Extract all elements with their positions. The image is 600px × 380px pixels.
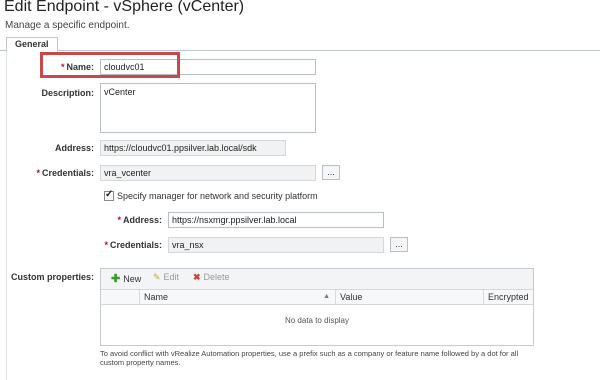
- nsx-address-input[interactable]: https://nsxmgr.ppsilver.lab.local: [168, 212, 384, 228]
- page-subtitle: Manage a specific endpoint.: [5, 20, 130, 31]
- grid-empty-message: No data to display: [284, 316, 350, 325]
- address-label: Address:: [54, 143, 94, 153]
- tab-general[interactable]: General: [6, 37, 58, 52]
- delete-button[interactable]: ✖ Delete: [193, 272, 230, 283]
- sort-asc-icon: ▲: [323, 293, 330, 300]
- credentials-browse-button[interactable]: ...: [322, 165, 340, 180]
- custom-properties-label: Custom properties:: [10, 272, 94, 282]
- nsx-manager-checkbox[interactable]: [104, 189, 114, 201]
- grid-header: Name ▲ Value Encrypted: [101, 290, 533, 305]
- custom-properties-grid: ✚ New ✎ Edit ✖ Delete Name ▲ Value Encrypte…: [100, 268, 534, 346]
- required-mark: *: [104, 240, 108, 250]
- column-name[interactable]: Name ▲: [139, 290, 335, 304]
- edit-button[interactable]: ✎ Edit: [153, 272, 179, 283]
- page-title: Edit Endpoint - vSphere (vCenter): [4, 0, 245, 15]
- nsx-address-label: * Address:: [117, 215, 162, 225]
- required-mark: *: [117, 215, 121, 225]
- credentials-label: * Credentials:: [36, 168, 94, 178]
- select-column-header: [101, 290, 139, 304]
- column-value[interactable]: Value: [335, 290, 483, 304]
- delete-icon: ✖: [193, 272, 201, 282]
- description-input[interactable]: [100, 83, 316, 133]
- nsx-credentials-browse-button[interactable]: ...: [390, 237, 408, 252]
- name-field-highlight: [40, 52, 180, 78]
- nsx-manager-checkbox-label[interactable]: Specify manager for network and security…: [117, 191, 318, 201]
- custom-properties-help-text: To avoid conflict with vRealize Automati…: [100, 349, 519, 367]
- grid-toolbar: ✚ New ✎ Edit ✖ Delete: [101, 269, 533, 290]
- description-label: Description:: [41, 88, 94, 98]
- nsx-credentials-field[interactable]: vra_nsx: [168, 237, 384, 253]
- column-encrypted[interactable]: Encrypted: [483, 290, 533, 304]
- nsx-credentials-label: * Credentials:: [104, 240, 162, 250]
- credentials-field[interactable]: vra_vcenter: [100, 165, 316, 181]
- address-field: https://cloudvc01.ppsilver.lab.local/sdk: [100, 140, 286, 156]
- pencil-icon: ✎: [153, 272, 161, 282]
- required-mark: *: [36, 168, 40, 178]
- new-button[interactable]: ✚ New: [111, 272, 141, 285]
- add-icon: ✚: [111, 273, 121, 285]
